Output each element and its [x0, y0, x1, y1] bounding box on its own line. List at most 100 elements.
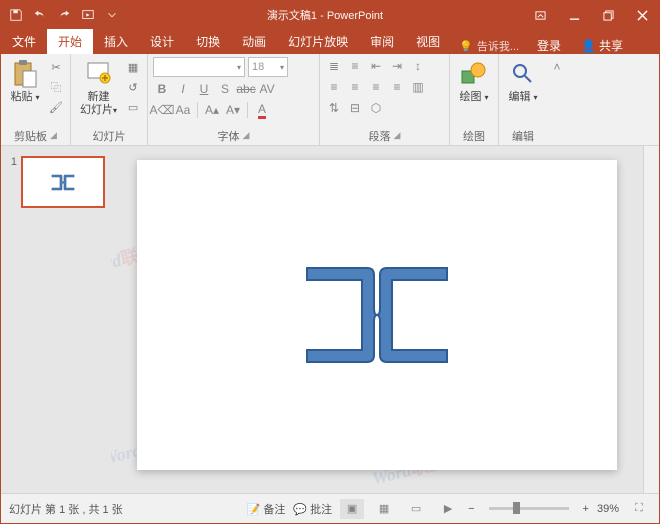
dialog-launcher-icon[interactable]: ◢ [243, 130, 250, 141]
zoom-slider[interactable] [489, 507, 569, 510]
group-font: ▾ 18▾ B I U S abc AV A⌫ Aa A▴ A▾ A 字体◢ [148, 54, 320, 145]
reset-icon[interactable]: ↺ [124, 79, 142, 95]
save-icon[interactable] [5, 4, 27, 26]
smartart-icon[interactable]: ⬡ [367, 99, 385, 117]
format-painter-icon[interactable]: 🖌 [47, 99, 65, 115]
tab-transition[interactable]: 切换 [185, 29, 231, 54]
tab-slideshow[interactable]: 幻灯片放映 [277, 29, 359, 54]
notes-button[interactable]: 📝 备注 [247, 501, 286, 517]
close-icon[interactable] [625, 1, 659, 29]
ribbon-tabs: 文件 开始 插入 设计 切换 动画 幻灯片放映 审阅 视图 💡告诉我... 登录… [1, 29, 659, 54]
tab-insert[interactable]: 插入 [93, 29, 139, 54]
ribbon-display-icon[interactable] [523, 1, 557, 29]
quick-access-toolbar [1, 4, 127, 26]
zoom-level[interactable]: 39% [597, 503, 619, 515]
columns-icon[interactable]: ▥ [409, 78, 427, 96]
share-button[interactable]: 👤共享 [571, 37, 633, 54]
share-icon: 👤 [581, 39, 596, 53]
slide-counter: 幻灯片 第 1 张 , 共 1 张 [9, 501, 123, 517]
tab-animation[interactable]: 动画 [231, 29, 277, 54]
font-color-button[interactable]: A [253, 101, 271, 119]
text-direction-icon[interactable]: ⇅ [325, 99, 343, 117]
workspace: 1 Word联盟 Word联盟 Word联盟 Word联盟 [1, 146, 659, 493]
zoom-out-button[interactable]: − [468, 503, 474, 515]
group-paragraph: ≣ ≡ ⇤ ⇥ ↕ ≡ ≡ ≡ ≡ ▥ ⇅ ⊟ ⬡ 段落◢ [320, 54, 450, 145]
bulb-icon: 💡 [459, 40, 473, 53]
align-left-icon[interactable]: ≡ [325, 78, 343, 96]
vertical-scrollbar[interactable] [643, 146, 659, 493]
find-icon [508, 59, 538, 89]
reading-view-icon[interactable]: ▭ [404, 499, 428, 519]
tab-review[interactable]: 审阅 [359, 29, 405, 54]
grow-font-icon[interactable]: A▴ [203, 101, 221, 119]
group-clipboard: 粘贴 ▾ ✂ ⿻ 🖌 剪贴板◢ [1, 54, 71, 145]
dialog-launcher-icon[interactable]: ◢ [394, 130, 401, 141]
editing-button[interactable]: 编辑 ▾ [504, 57, 542, 106]
dialog-launcher-icon[interactable]: ◢ [50, 130, 57, 141]
italic-button[interactable]: I [174, 80, 192, 98]
font-family-combo[interactable]: ▾ [153, 57, 245, 77]
thumb-preview [21, 156, 105, 208]
numbering-icon[interactable]: ≡ [346, 57, 364, 75]
title-bar: 演示文稿1 - PowerPoint [1, 1, 659, 29]
sorter-view-icon[interactable]: ▦ [372, 499, 396, 519]
group-slides: 新建 幻灯片▾ ▦ ↺ ▭ 幻灯片 [71, 54, 148, 145]
align-center-icon[interactable]: ≡ [346, 78, 364, 96]
spacing-button[interactable]: AV [258, 80, 276, 98]
cut-icon[interactable]: ✂ [47, 59, 65, 75]
minimize-icon[interactable] [557, 1, 591, 29]
login-button[interactable]: 登录 [527, 37, 571, 54]
slide[interactable] [137, 160, 617, 470]
slide-thumb-1[interactable]: 1 [7, 156, 105, 208]
clear-format-icon[interactable]: A⌫ [153, 101, 171, 119]
new-slide-button[interactable]: 新建 幻灯片▾ [76, 57, 121, 119]
line-spacing-icon[interactable]: ↕ [409, 57, 427, 75]
shapes-icon [459, 59, 489, 89]
window-title: 演示文稿1 - PowerPoint [127, 7, 523, 23]
redo-icon[interactable] [53, 4, 75, 26]
shrink-font-icon[interactable]: A▾ [224, 101, 242, 119]
align-right-icon[interactable]: ≡ [367, 78, 385, 96]
indent-decrease-icon[interactable]: ⇤ [367, 57, 385, 75]
slide-canvas[interactable]: Word联盟 Word联盟 Word联盟 Word联盟 [111, 146, 643, 493]
comments-button[interactable]: 💬 批注 [293, 501, 332, 517]
drawing-button[interactable]: 绘图 ▾ [455, 57, 493, 106]
normal-view-icon[interactable]: ▣ [340, 499, 364, 519]
bullets-icon[interactable]: ≣ [325, 57, 343, 75]
tab-view[interactable]: 视图 [405, 29, 451, 54]
change-case-button[interactable]: Aa [174, 101, 192, 119]
tab-design[interactable]: 设计 [139, 29, 185, 54]
strike-button[interactable]: abc [237, 80, 255, 98]
collapse-ribbon-icon[interactable]: ˄ [548, 58, 566, 76]
window-controls [523, 1, 659, 29]
bold-button[interactable]: B [153, 80, 171, 98]
copy-icon[interactable]: ⿻ [47, 79, 65, 95]
tab-home[interactable]: 开始 [47, 29, 93, 54]
paste-icon [10, 59, 40, 89]
new-slide-icon [84, 59, 114, 89]
slide-shape[interactable] [292, 250, 462, 380]
restore-icon[interactable] [591, 1, 625, 29]
qat-customize-icon[interactable] [101, 4, 123, 26]
fit-to-window-icon[interactable]: ⛶ [627, 499, 651, 519]
indent-increase-icon[interactable]: ⇥ [388, 57, 406, 75]
layout-icon[interactable]: ▦ [124, 59, 142, 75]
start-from-beginning-icon[interactable] [77, 4, 99, 26]
status-bar: 幻灯片 第 1 张 , 共 1 张 📝 备注 💬 批注 ▣ ▦ ▭ ▶ − + … [1, 493, 659, 523]
tab-file[interactable]: 文件 [1, 29, 47, 54]
group-drawing: 绘图 ▾ 绘图 [450, 54, 499, 145]
font-size-combo[interactable]: 18▾ [248, 57, 288, 77]
align-text-icon[interactable]: ⊟ [346, 99, 364, 117]
thumbnail-panel: 1 [1, 146, 111, 493]
tell-me[interactable]: 💡告诉我... [451, 38, 527, 54]
slideshow-view-icon[interactable]: ▶ [436, 499, 460, 519]
underline-button[interactable]: U [195, 80, 213, 98]
shadow-button[interactable]: S [216, 80, 234, 98]
zoom-in-button[interactable]: + [583, 503, 589, 515]
section-icon[interactable]: ▭ [124, 99, 142, 115]
undo-icon[interactable] [29, 4, 51, 26]
justify-icon[interactable]: ≡ [388, 78, 406, 96]
group-editing: 编辑 ▾ 编辑 [499, 54, 547, 145]
paste-button[interactable]: 粘贴 ▾ [6, 57, 44, 106]
ribbon: 粘贴 ▾ ✂ ⿻ 🖌 剪贴板◢ 新建 幻灯片▾ ▦ ↺ ▭ 幻灯片 [1, 54, 659, 146]
